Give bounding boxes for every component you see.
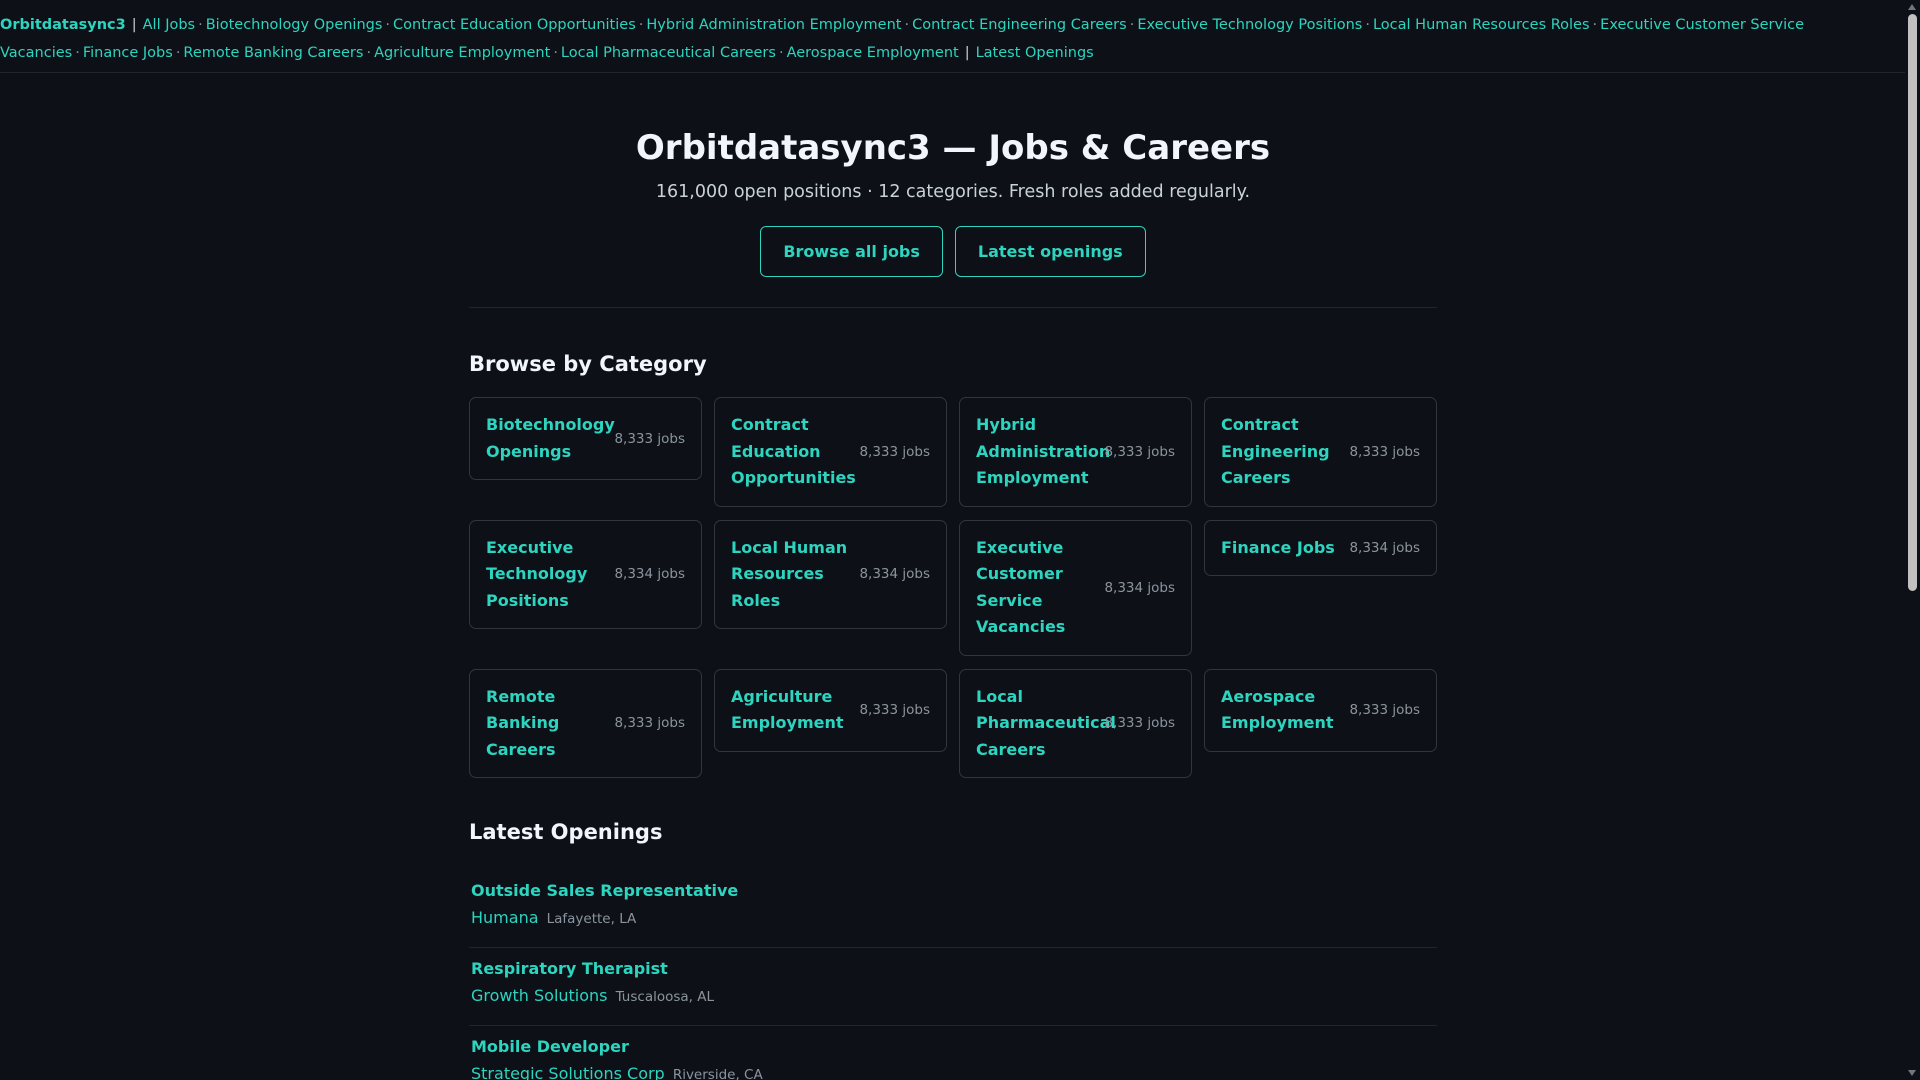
category-count: 8,333 jobs <box>859 702 930 718</box>
nav-category-local-pharmaceutical[interactable]: Local Pharmaceutical Careers <box>561 45 776 61</box>
job-title-link[interactable]: Mobile Developer <box>471 1037 629 1056</box>
job-listing: Outside Sales Representative Humana Lafa… <box>469 870 1437 948</box>
category-name: Executive Customer Service Vacancies <box>976 537 1066 637</box>
latest-openings-heading: Latest Openings <box>469 820 663 844</box>
category-count: 8,333 jobs <box>859 443 930 460</box>
scrollbar-thumb[interactable] <box>1908 14 1917 591</box>
category-name: Aerospace Employment <box>1221 686 1334 733</box>
job-listing: Respiratory Therapist Growth Solutions T… <box>469 948 1437 1026</box>
category-count: 8,333 jobs <box>1349 443 1420 460</box>
viewport: Orbitdatasync3 | All Jobs · Biotechnology Op… <box>0 0 1920 1080</box>
nav-category-local-human-resources[interactable]: Local Human Resources Roles <box>1373 17 1590 33</box>
category-count: 8,333 jobs <box>1349 702 1420 718</box>
hero-section: Orbitdatasync3 — Jobs & Careers 161,000 … <box>469 122 1437 277</box>
section-divider <box>469 307 1437 308</box>
top-navigation: Orbitdatasync3 | All Jobs · Biotechnology Op… <box>0 17 1804 61</box>
nav-all-jobs[interactable]: All Jobs <box>143 17 196 33</box>
page-title: Orbitdatasync3 — Jobs & Careers <box>635 128 1271 168</box>
category-card-executive-customer-service[interactable]: Executive Customer Service Vacancies 8,3… <box>959 519 1192 656</box>
job-location: Tuscaloosa, AL <box>615 989 715 1005</box>
openings-list: Outside Sales Representative Humana Lafa… <box>469 870 1437 1080</box>
scroll-down-arrow-icon[interactable] <box>1908 1070 1916 1076</box>
category-card-remote-banking[interactable]: Remote Banking Careers 8,333 jobs <box>469 668 702 778</box>
job-meta: Strategic Solutions Corp Riverside, CA <box>471 1060 1435 1080</box>
category-name: Agriculture Employment <box>731 686 844 733</box>
category-card-executive-technology[interactable]: Executive Technology Positions 8,334 job… <box>469 519 702 629</box>
category-count: 8,333 jobs <box>614 715 685 732</box>
job-title-link[interactable]: Outside Sales Representative <box>471 881 738 900</box>
category-count: 8,334 jobs <box>1349 539 1420 556</box>
category-name: Local Pharmaceutical Careers <box>976 686 1116 759</box>
category-name: Biotechnology Openings <box>486 415 615 461</box>
job-title-link[interactable]: Respiratory Therapist <box>471 959 668 978</box>
category-card-biotechnology[interactable]: Biotechnology Openings 8,333 jobs <box>469 397 702 480</box>
category-card-agriculture[interactable]: Agriculture Employment 8,333 jobs <box>714 668 947 752</box>
category-count: 8,333 jobs <box>1104 715 1175 732</box>
category-name: Executive Technology Positions <box>486 537 588 610</box>
nav-divider <box>0 72 1905 73</box>
job-location: Riverside, CA <box>672 1067 763 1080</box>
hero-buttons: Browse all jobs Latest openings <box>469 226 1437 277</box>
category-count: 8,334 jobs <box>614 566 685 583</box>
category-card-hybrid-administration[interactable]: Hybrid Administration Employment 8,333 j… <box>959 397 1192 507</box>
category-card-contract-engineering[interactable]: Contract Engineering Careers 8,333 jobs <box>1204 397 1437 507</box>
job-meta: Humana Lafayette, LA <box>471 904 1435 933</box>
job-location: Lafayette, LA <box>546 911 637 927</box>
job-meta: Growth Solutions Tuscaloosa, AL <box>471 982 1435 1011</box>
nav-category-contract-engineering[interactable]: Contract Engineering Careers <box>912 17 1127 33</box>
job-company: Growth Solutions <box>471 986 608 1005</box>
page-subtitle: 161,000 open positions · 12 categories. … <box>655 182 1251 202</box>
category-name: Contract Engineering Careers <box>1221 415 1330 487</box>
category-name: Remote Banking Careers <box>486 686 560 759</box>
nav-category-agriculture[interactable]: Agriculture Employment <box>374 45 550 61</box>
categories-heading: Browse by Category <box>469 352 707 376</box>
category-count: 8,333 jobs <box>1104 443 1175 460</box>
page: Orbitdatasync3 | All Jobs · Biotechnology Op… <box>0 0 1905 1080</box>
page-scrollbar[interactable] <box>1905 0 1920 1080</box>
nav-category-executive-technology[interactable]: Executive Technology Positions <box>1137 17 1362 33</box>
nav-category-biotechnology[interactable]: Biotechnology Openings <box>206 17 383 33</box>
nav-category-remote-banking[interactable]: Remote Banking Careers <box>183 45 363 61</box>
nav-latest-openings[interactable]: Latest Openings <box>976 45 1094 61</box>
category-card-local-pharmaceutical[interactable]: Local Pharmaceutical Careers 8,333 jobs <box>959 668 1192 778</box>
nav-separator: | <box>964 45 970 61</box>
category-name: Local Human Resources Roles <box>731 537 848 610</box>
category-count: 8,333 jobs <box>614 430 685 447</box>
category-card-aerospace[interactable]: Aerospace Employment 8,333 jobs <box>1204 668 1437 752</box>
nav-category-aerospace[interactable]: Aerospace Employment <box>787 45 959 61</box>
category-grid: Biotechnology Openings 8,333 jobs Contra… <box>469 397 1437 778</box>
browse-all-jobs-button[interactable]: Browse all jobs <box>760 226 943 277</box>
category-card-local-human-resources[interactable]: Local Human Resources Roles 8,334 jobs <box>714 519 947 629</box>
latest-openings-button[interactable]: Latest openings <box>954 226 1146 277</box>
category-card-contract-education[interactable]: Contract Education Opportunities 8,333 j… <box>714 397 947 507</box>
category-name: Hybrid Administration Employment <box>976 415 1111 487</box>
scroll-up-arrow-icon[interactable] <box>1908 4 1916 10</box>
job-listing: Mobile Developer Strategic Solutions Cor… <box>469 1026 1437 1080</box>
job-company: Strategic Solutions Corp <box>471 1064 665 1080</box>
category-name: Finance Jobs <box>1221 537 1335 557</box>
nav-category-contract-education[interactable]: Contract Education Opportunities <box>393 17 636 33</box>
category-card-finance[interactable]: Finance Jobs 8,334 jobs <box>1204 519 1437 576</box>
brand-link[interactable]: Orbitdatasync3 <box>0 17 126 33</box>
category-count: 8,334 jobs <box>1104 579 1175 596</box>
nav-separator: | <box>131 17 137 33</box>
category-name: Contract Education Opportunities <box>731 415 856 487</box>
category-count: 8,334 jobs <box>859 566 930 583</box>
nav-category-finance[interactable]: Finance Jobs <box>83 45 173 61</box>
nav-category-hybrid-administration[interactable]: Hybrid Administration Employment <box>646 17 901 33</box>
job-company: Humana <box>471 908 539 927</box>
